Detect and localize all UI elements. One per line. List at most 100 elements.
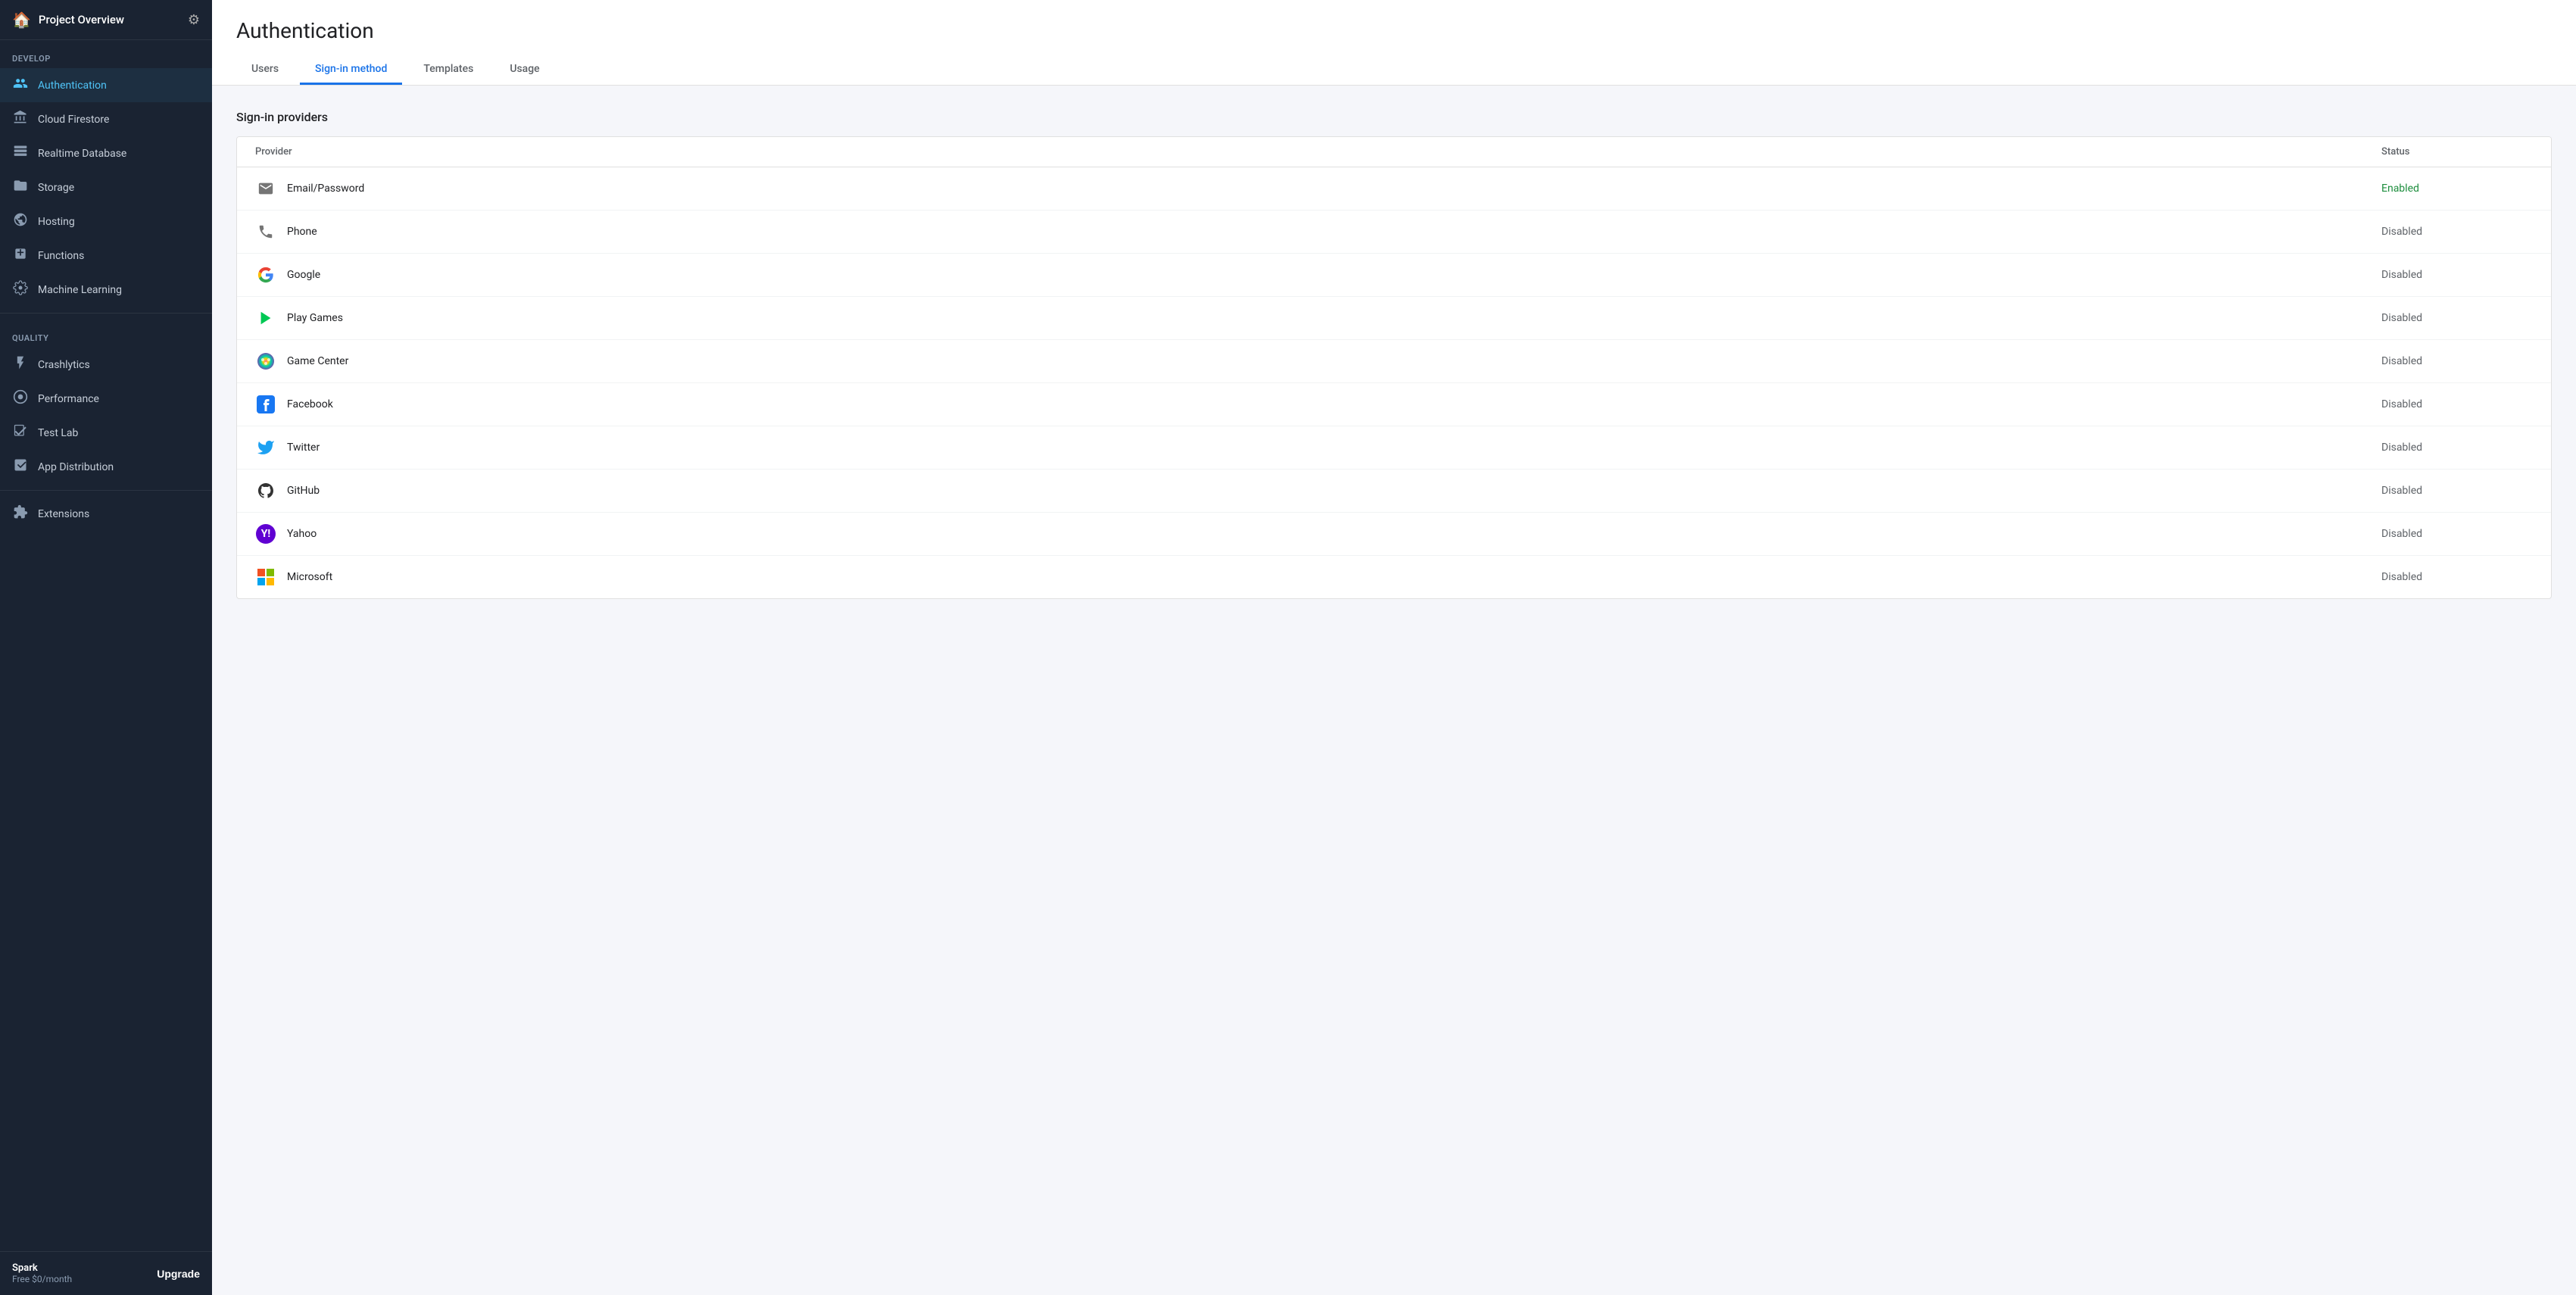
sidebar-item-test-lab[interactable]: Test Lab xyxy=(0,416,212,450)
provider-name: Game Center xyxy=(287,355,348,367)
extensions-icon xyxy=(12,504,29,523)
sidebar-header-left: 🏠 Project Overview xyxy=(12,11,124,29)
provider-name: Facebook xyxy=(287,398,333,410)
status-cell: Disabled xyxy=(2381,528,2533,540)
tab-sign-in-method[interactable]: Sign-in method xyxy=(300,55,402,85)
status-cell: Disabled xyxy=(2381,312,2533,324)
sidebar-item-label: Extensions xyxy=(38,508,89,520)
crashlytics-icon xyxy=(12,355,29,374)
provider-cell-yahoo: Y! Yahoo xyxy=(255,523,2381,545)
table-row[interactable]: Y! Yahoo Disabled xyxy=(237,513,2551,556)
section-title: Sign-in providers xyxy=(236,110,2552,124)
sidebar-footer: Spark Free $0/month Upgrade xyxy=(0,1251,212,1295)
sidebar-item-label: Functions xyxy=(38,250,84,262)
microsoft-icon xyxy=(255,566,276,588)
providers-table: Provider Status Email/Password Enabled xyxy=(236,136,2552,599)
play-games-icon xyxy=(255,307,276,329)
project-title[interactable]: Project Overview xyxy=(39,13,124,27)
sidebar-item-crashlytics[interactable]: Crashlytics xyxy=(0,348,212,382)
sidebar-item-label: Cloud Firestore xyxy=(38,114,109,126)
provider-cell-facebook: Facebook xyxy=(255,394,2381,415)
provider-cell-microsoft: Microsoft xyxy=(255,566,2381,588)
status-cell: Disabled xyxy=(2381,226,2533,238)
table-row[interactable]: Email/Password Enabled xyxy=(237,167,2551,211)
status-cell: Disabled xyxy=(2381,442,2533,454)
sidebar-item-label: Machine Learning xyxy=(38,284,122,296)
sidebar-divider xyxy=(0,313,212,314)
hosting-icon xyxy=(12,212,29,231)
sidebar-header: 🏠 Project Overview ⚙ xyxy=(0,0,212,40)
sidebar-item-label: Performance xyxy=(38,393,99,405)
status-cell: Disabled xyxy=(2381,398,2533,410)
status-cell: Disabled xyxy=(2381,269,2533,281)
provider-name: Yahoo xyxy=(287,528,317,540)
sidebar-item-app-distribution[interactable]: App Distribution xyxy=(0,450,212,484)
yahoo-icon: Y! xyxy=(255,523,276,545)
sidebar-item-authentication[interactable]: Authentication xyxy=(0,68,212,102)
machine-learning-icon xyxy=(12,280,29,299)
sidebar-item-label: Storage xyxy=(38,182,74,194)
table-row[interactable]: Facebook Disabled xyxy=(237,383,2551,426)
settings-icon[interactable]: ⚙ xyxy=(188,12,200,28)
provider-name: Twitter xyxy=(287,442,320,454)
upgrade-button[interactable]: Upgrade xyxy=(157,1268,200,1280)
table-header: Provider Status xyxy=(237,137,2551,167)
sidebar-item-realtime-database[interactable]: Realtime Database xyxy=(0,136,212,170)
game-center-icon xyxy=(255,351,276,372)
provider-name: Google xyxy=(287,269,320,281)
phone-icon xyxy=(255,221,276,242)
tab-usage[interactable]: Usage xyxy=(494,55,554,85)
sidebar-divider-2 xyxy=(0,490,212,491)
provider-cell-email: Email/Password xyxy=(255,178,2381,199)
develop-section-label: Develop xyxy=(0,40,212,68)
table-row[interactable]: Phone Disabled xyxy=(237,211,2551,254)
twitter-icon xyxy=(255,437,276,458)
functions-icon xyxy=(12,246,29,265)
column-header-status: Status xyxy=(2381,146,2533,158)
sidebar-item-label: Authentication xyxy=(38,80,107,92)
content-body: Sign-in providers Provider Status Email/… xyxy=(212,86,2576,1295)
tab-templates[interactable]: Templates xyxy=(408,55,488,85)
tab-users[interactable]: Users xyxy=(236,55,294,85)
sidebar-item-label: Crashlytics xyxy=(38,359,90,371)
realtime-database-icon xyxy=(12,144,29,163)
status-cell: Disabled xyxy=(2381,485,2533,497)
sidebar-item-hosting[interactable]: Hosting xyxy=(0,204,212,239)
sidebar-item-functions[interactable]: Functions xyxy=(0,239,212,273)
performance-icon xyxy=(12,389,29,408)
table-row[interactable]: GitHub Disabled xyxy=(237,470,2551,513)
provider-name: Phone xyxy=(287,226,317,238)
tab-bar: Users Sign-in method Templates Usage xyxy=(236,55,2552,85)
home-icon[interactable]: 🏠 xyxy=(12,11,31,29)
provider-cell-play-games: Play Games xyxy=(255,307,2381,329)
sidebar-item-extensions[interactable]: Extensions xyxy=(0,497,212,531)
email-icon xyxy=(255,178,276,199)
sidebar-item-performance[interactable]: Performance xyxy=(0,382,212,416)
plan-price: Free $0/month xyxy=(12,1274,72,1284)
provider-cell-game-center: Game Center xyxy=(255,351,2381,372)
status-cell: Enabled xyxy=(2381,183,2533,195)
table-row[interactable]: Microsoft Disabled xyxy=(237,556,2551,598)
provider-name: Email/Password xyxy=(287,183,364,195)
provider-name: Play Games xyxy=(287,312,343,324)
provider-cell-twitter: Twitter xyxy=(255,437,2381,458)
status-cell: Disabled xyxy=(2381,355,2533,367)
sidebar-item-cloud-firestore[interactable]: Cloud Firestore xyxy=(0,102,212,136)
sidebar-item-machine-learning[interactable]: Machine Learning xyxy=(0,273,212,307)
plan-name: Spark xyxy=(12,1262,72,1274)
provider-cell-phone: Phone xyxy=(255,221,2381,242)
sidebar-item-storage[interactable]: Storage xyxy=(0,170,212,204)
table-row[interactable]: Game Center Disabled xyxy=(237,340,2551,383)
provider-cell-google: Google xyxy=(255,264,2381,286)
table-row[interactable]: Google Disabled xyxy=(237,254,2551,297)
provider-cell-github: GitHub xyxy=(255,480,2381,501)
sidebar-item-label: App Distribution xyxy=(38,461,114,473)
sidebar-item-label: Hosting xyxy=(38,216,75,228)
status-cell: Disabled xyxy=(2381,571,2533,583)
table-row[interactable]: Play Games Disabled xyxy=(237,297,2551,340)
sidebar-item-label: Test Lab xyxy=(38,427,78,439)
facebook-icon xyxy=(255,394,276,415)
table-row[interactable]: Twitter Disabled xyxy=(237,426,2551,470)
main-content: Authentication Users Sign-in method Temp… xyxy=(212,0,2576,1295)
plan-info: Spark Free $0/month xyxy=(12,1262,72,1284)
